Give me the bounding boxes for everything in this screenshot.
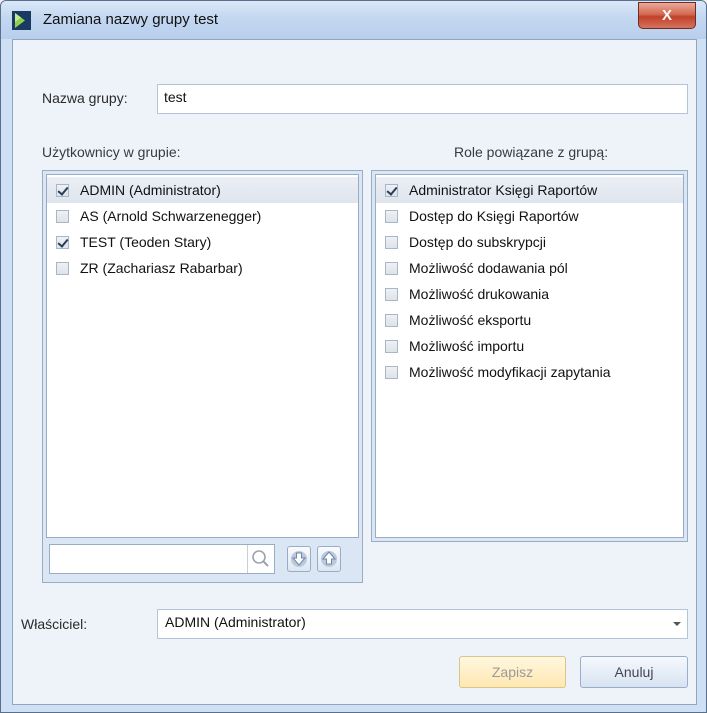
user-item-label: ADMIN (Administrator): [80, 182, 221, 198]
user-item-label: ZR (Zachariasz Rabarbar): [80, 260, 243, 276]
role-list-item[interactable]: Administrator Księgi Raportów: [376, 177, 683, 203]
user-item-label: AS (Arnold Schwarzenegger): [80, 208, 262, 224]
app-icon: [12, 11, 31, 30]
search-icon: [252, 550, 269, 567]
role-list-item[interactable]: Dostęp do subskrypcji: [376, 229, 683, 255]
cancel-button[interactable]: Anuluj: [580, 656, 688, 688]
role-item-label: Możliwość modyfikacji zapytania: [409, 364, 611, 380]
roles-panel: Administrator Księgi Raportów Dostęp do K…: [371, 170, 688, 542]
arrow-up-icon: [321, 551, 337, 567]
role-list-item[interactable]: Dostęp do Księgi Raportów: [376, 203, 683, 229]
roles-label: Role powiązane z grupą:: [454, 144, 609, 160]
user-checkbox[interactable]: [56, 261, 69, 275]
role-item-label: Możliwość importu: [409, 338, 525, 354]
save-button[interactable]: Zapisz: [459, 656, 566, 688]
rename-group-dialog: Zamiana nazwy grupy test X Nazwa grupy: …: [0, 0, 707, 713]
role-list-item[interactable]: Możliwość eksportu: [376, 307, 683, 333]
user-list-item[interactable]: TEST (Teoden Stary): [47, 229, 358, 255]
group-name-label: Nazwa grupy:: [42, 90, 128, 106]
role-item-label: Możliwość dodawania pól: [409, 260, 568, 276]
role-checkbox[interactable]: [385, 365, 398, 379]
role-list-item[interactable]: Możliwość drukowania: [376, 281, 683, 307]
owner-select-value: ADMIN (Administrator): [165, 614, 306, 630]
role-list-item[interactable]: Możliwość dodawania pól: [376, 255, 683, 281]
user-checkbox[interactable]: [56, 183, 69, 197]
role-checkbox[interactable]: [385, 183, 398, 197]
role-checkbox[interactable]: [385, 209, 398, 223]
role-checkbox[interactable]: [385, 339, 398, 353]
window-title: Zamiana nazwy grupy test: [43, 11, 219, 28]
role-checkbox[interactable]: [385, 313, 398, 327]
owner-select[interactable]: ADMIN (Administrator): [157, 609, 688, 639]
role-item-label: Dostęp do Księgi Raportów: [409, 208, 579, 224]
group-name-input[interactable]: test: [157, 84, 688, 114]
user-checkbox[interactable]: [56, 209, 69, 223]
role-item-label: Możliwość drukowania: [409, 286, 550, 302]
role-item-label: Możliwość eksportu: [409, 312, 532, 328]
users-list: ADMIN (Administrator) AS (Arnold Schwarze…: [46, 174, 359, 538]
user-item-label: TEST (Teoden Stary): [80, 234, 212, 250]
role-checkbox[interactable]: [385, 261, 398, 275]
users-label: Użytkownicy w grupie:: [42, 144, 181, 160]
dialog-body: Nazwa grupy: test Użytkownicy w grupie: …: [12, 39, 697, 705]
move-down-button[interactable]: [287, 546, 311, 572]
role-item-label: Administrator Księgi Raportów: [409, 182, 598, 198]
user-list-item[interactable]: AS (Arnold Schwarzenegger): [47, 203, 358, 229]
user-list-item[interactable]: ADMIN (Administrator): [47, 177, 358, 203]
title-bar[interactable]: Zamiana nazwy grupy test X: [1, 1, 706, 39]
role-list-item[interactable]: Możliwość importu: [376, 333, 683, 359]
role-checkbox[interactable]: [385, 235, 398, 249]
search-icon-button[interactable]: [247, 545, 274, 573]
users-panel: ADMIN (Administrator) AS (Arnold Schwarze…: [42, 170, 363, 583]
role-list-item[interactable]: Możliwość modyfikacji zapytania: [376, 359, 683, 385]
role-checkbox[interactable]: [385, 287, 398, 301]
roles-list: Administrator Księgi Raportów Dostęp do K…: [375, 174, 684, 538]
arrow-down-icon: [291, 551, 307, 567]
move-up-button[interactable]: [317, 546, 341, 572]
close-icon: X: [661, 7, 672, 24]
user-checkbox[interactable]: [56, 235, 69, 249]
close-button[interactable]: X: [638, 2, 696, 29]
owner-label: Właściciel:: [21, 616, 88, 632]
role-item-label: Dostęp do subskrypcji: [409, 234, 546, 250]
user-list-item[interactable]: ZR (Zachariasz Rabarbar): [47, 255, 358, 281]
search-input[interactable]: [49, 544, 275, 574]
chevron-down-icon[interactable]: [665, 610, 687, 638]
